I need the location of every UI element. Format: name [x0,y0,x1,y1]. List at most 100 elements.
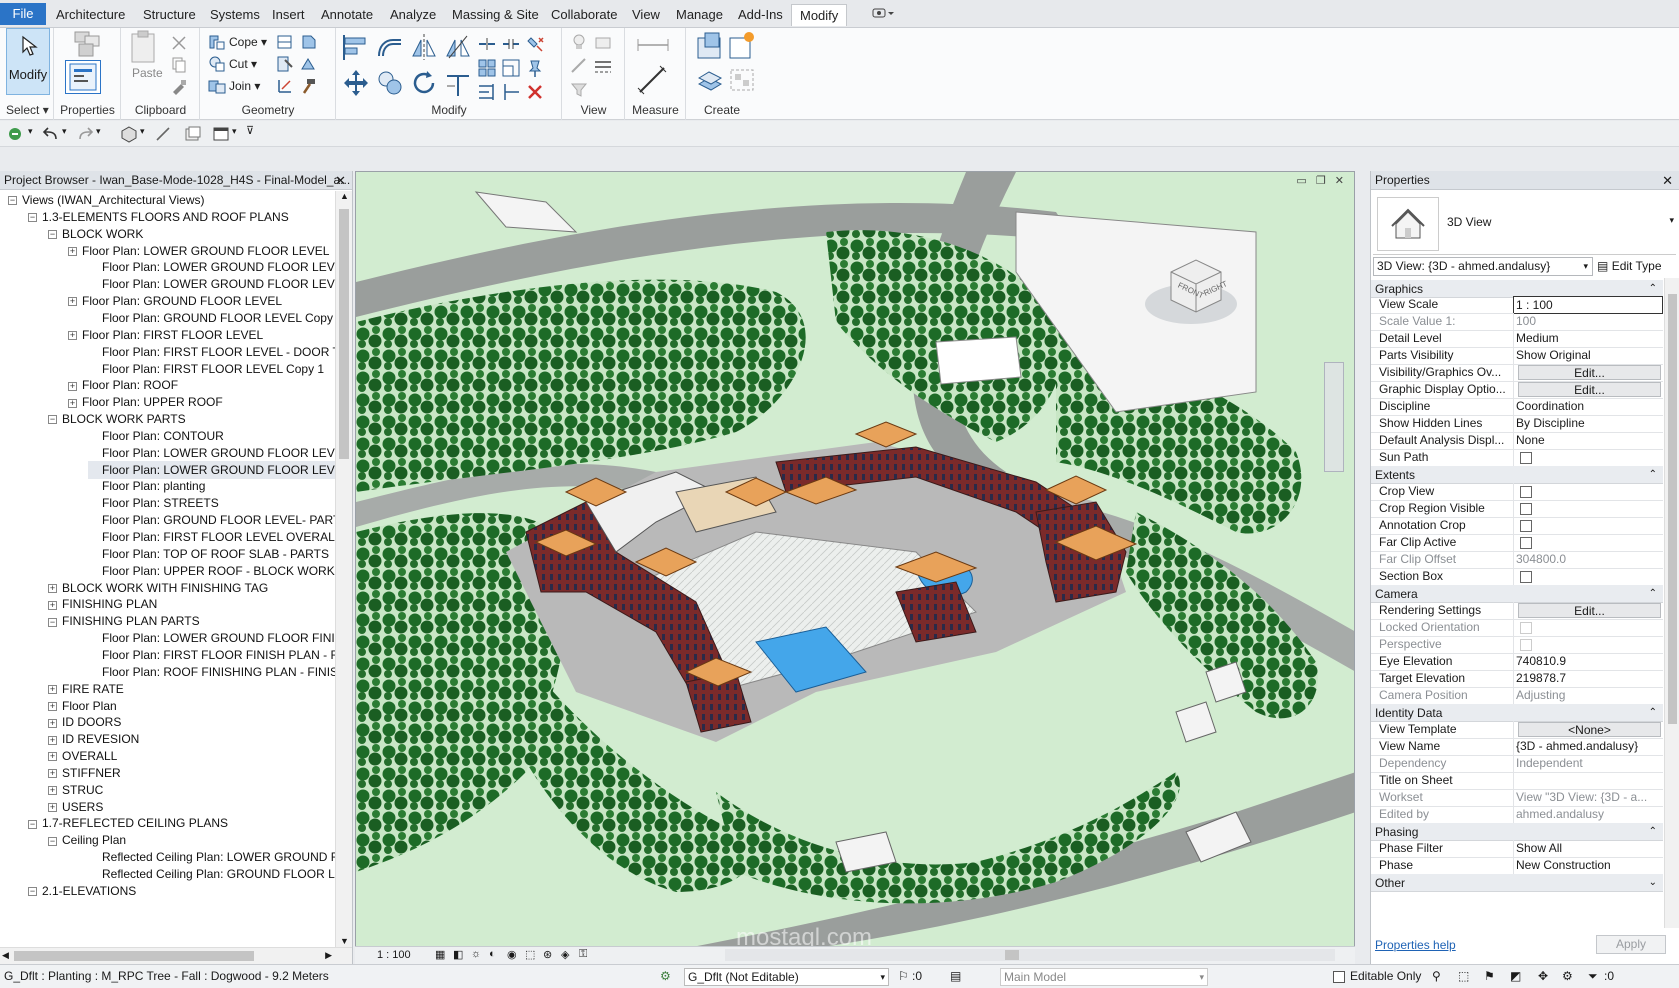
expand-icon[interactable]: + [68,381,77,391]
shadows-icon[interactable]: ◐ [489,948,496,960]
tab-manage[interactable]: Manage [668,4,731,26]
mirror-draw-axis-icon[interactable] [443,32,473,62]
sun-path-icon[interactable]: ☼ [471,948,481,960]
collapse-icon[interactable]: − [28,819,37,829]
tab-annotate[interactable]: Annotate [313,4,381,26]
detail-level-icon[interactable]: ▦ [435,948,445,961]
measure-along-icon[interactable] [636,64,670,96]
edit-button[interactable]: Edit... [1518,365,1661,380]
tree-item[interactable]: Floor Plan: GROUND FLOOR LEVEL Copy 1 [88,309,336,327]
section-other[interactable]: Other ⌄ [1371,874,1663,892]
expand-icon[interactable]: + [48,752,57,762]
apply-button[interactable]: Apply [1596,935,1666,954]
3d-viewport[interactable]: FRONT RIGHT ▭ ❐ ✕ mostaql.com [355,171,1355,964]
split-gap-icon[interactable] [501,34,521,54]
tree-item[interactable]: Floor Plan: FIRST FLOOR FINISH PLAN - FI… [88,646,336,664]
measure-qat-icon[interactable] [154,125,172,143]
tab-analyze[interactable]: Analyze [382,4,444,26]
tree-item[interactable]: − BLOCK WORK PARTS [48,410,186,428]
expand-icon[interactable]: + [48,802,57,812]
cope-button[interactable]: Cope ▾ [207,32,267,52]
checkbox[interactable] [1520,520,1532,532]
ribbon-options-icon[interactable] [864,4,894,26]
view-horizontal-scrollbar[interactable] [725,949,1335,961]
expand-icon[interactable]: + [68,398,77,408]
tree-item[interactable]: + Floor Plan: FIRST FLOOR LEVEL [68,326,263,344]
trim-single-icon[interactable] [501,82,521,102]
tree-item[interactable]: Floor Plan: FIRST FLOOR LEVEL - DOOR TAG [88,343,336,361]
select-underlay-icon[interactable]: ⬚ [1458,965,1469,988]
close-icon[interactable]: ✕ [335,171,346,189]
tree-item[interactable]: −1.7-REFLECTED CEILING PLANS [28,814,228,832]
close-icon[interactable]: ✕ [1662,171,1673,189]
property-value[interactable]: 740810.9 [1513,653,1663,671]
tree-item[interactable]: + FIRE RATE [48,680,124,698]
view-cube[interactable]: FRONT RIGHT [1141,242,1241,332]
chevron-collapse-icon[interactable]: ⌃ [1649,704,1657,722]
move-icon[interactable] [341,68,371,98]
expand-icon[interactable]: + [68,297,77,307]
tree-item[interactable]: Floor Plan: LOWER GROUND FLOOR LEVEL - P… [88,444,336,462]
collapse-icon[interactable]: − [8,196,17,206]
properties-vertical-scrollbar[interactable] [1664,278,1679,928]
expand-icon[interactable]: + [48,684,57,694]
property-value[interactable]: Show All [1513,840,1663,858]
tree-item[interactable]: Floor Plan: LOWER GROUND FLOOR LEVEL - P… [88,460,336,479]
tab-structure[interactable]: Structure [135,4,204,26]
chevron-collapse-icon[interactable]: ⌄ [1649,874,1657,892]
expand-icon[interactable]: + [48,786,57,796]
join-button[interactable]: Join ▾ [207,76,260,96]
scale-icon[interactable] [501,58,521,78]
expand-icon[interactable]: + [68,331,77,341]
tree-item[interactable]: Floor Plan: FIRST FLOOR LEVEL Copy 1 [88,360,324,378]
tree-item[interactable]: Reflected Ceiling Plan: GROUND FLOOR LEV… [88,865,336,883]
tab-collaborate[interactable]: Collaborate [543,4,626,26]
tree-item[interactable]: + Floor Plan: UPPER ROOF [68,393,223,411]
property-value[interactable]: Medium [1513,330,1663,348]
cut-profile-icon[interactable] [299,54,319,74]
view-filter-icon[interactable] [569,80,589,100]
trim-multiple-icon[interactable] [477,82,497,102]
property-value[interactable] [1513,500,1663,518]
select-pinned-icon[interactable]: ⚑ [1484,965,1495,988]
tree-item[interactable]: − FINISHING PLAN PARTS [48,612,200,630]
rotate-icon[interactable] [409,68,439,98]
property-value[interactable] [1513,449,1663,467]
tree-item[interactable]: + Floor Plan: GROUND FLOOR LEVEL [68,292,282,310]
collapse-icon[interactable]: − [48,230,57,240]
edit-button[interactable]: Edit... [1518,603,1661,618]
properties-button[interactable] [65,60,101,94]
tab-systems[interactable]: Systems [202,4,268,26]
view-scale[interactable]: 1 : 100 [377,949,411,961]
expand-icon[interactable]: + [48,735,57,745]
checkbox[interactable] [1520,503,1532,515]
tree-item[interactable]: + Floor Plan: ROOF [68,376,178,394]
type-properties-icon[interactable] [71,30,105,58]
type-dropdown-icon[interactable]: ▾ [1669,215,1674,226]
array-icon[interactable] [477,58,497,78]
tab-modify[interactable]: Modify [791,4,848,26]
split-element-icon[interactable] [477,34,497,54]
tree-item[interactable]: + Floor Plan: LOWER GROUND FLOOR LEVEL [68,242,329,260]
lock-view-icon[interactable]: ⚿ [579,948,587,961]
tab-architecture[interactable]: Architecture [48,4,133,26]
property-value[interactable]: None [1513,432,1663,450]
collapse-icon[interactable]: − [48,617,57,627]
tree-item[interactable]: + FINISHING PLAN [48,595,157,613]
wall-joins-icon[interactable] [299,32,319,52]
tree-item[interactable]: Floor Plan: UPPER ROOF - BLOCK WORK PART [88,562,336,580]
tree-item[interactable]: + USERS [48,798,103,816]
tree-item[interactable]: Floor Plan: CONTOUR [88,427,224,445]
create-parts-icon[interactable] [695,64,725,96]
property-value[interactable] [1513,568,1663,586]
property-value[interactable]: 1 : 100 [1513,296,1663,314]
visual-style-icon[interactable]: ◧ [453,948,463,961]
property-value[interactable] [1513,517,1663,535]
property-value[interactable]: Show Original [1513,347,1663,365]
modify-button[interactable]: Modify [6,28,50,95]
tree-item[interactable]: Floor Plan: GROUND FLOOR LEVEL- PARTS [88,511,336,529]
edit-button[interactable]: <None> [1518,722,1661,737]
select-links-icon[interactable]: ⚲ [1432,965,1441,988]
expand-icon[interactable]: + [48,701,57,711]
tree-item[interactable]: −1.3-ELEMENTS FLOORS AND ROOF PLANS [28,208,289,226]
